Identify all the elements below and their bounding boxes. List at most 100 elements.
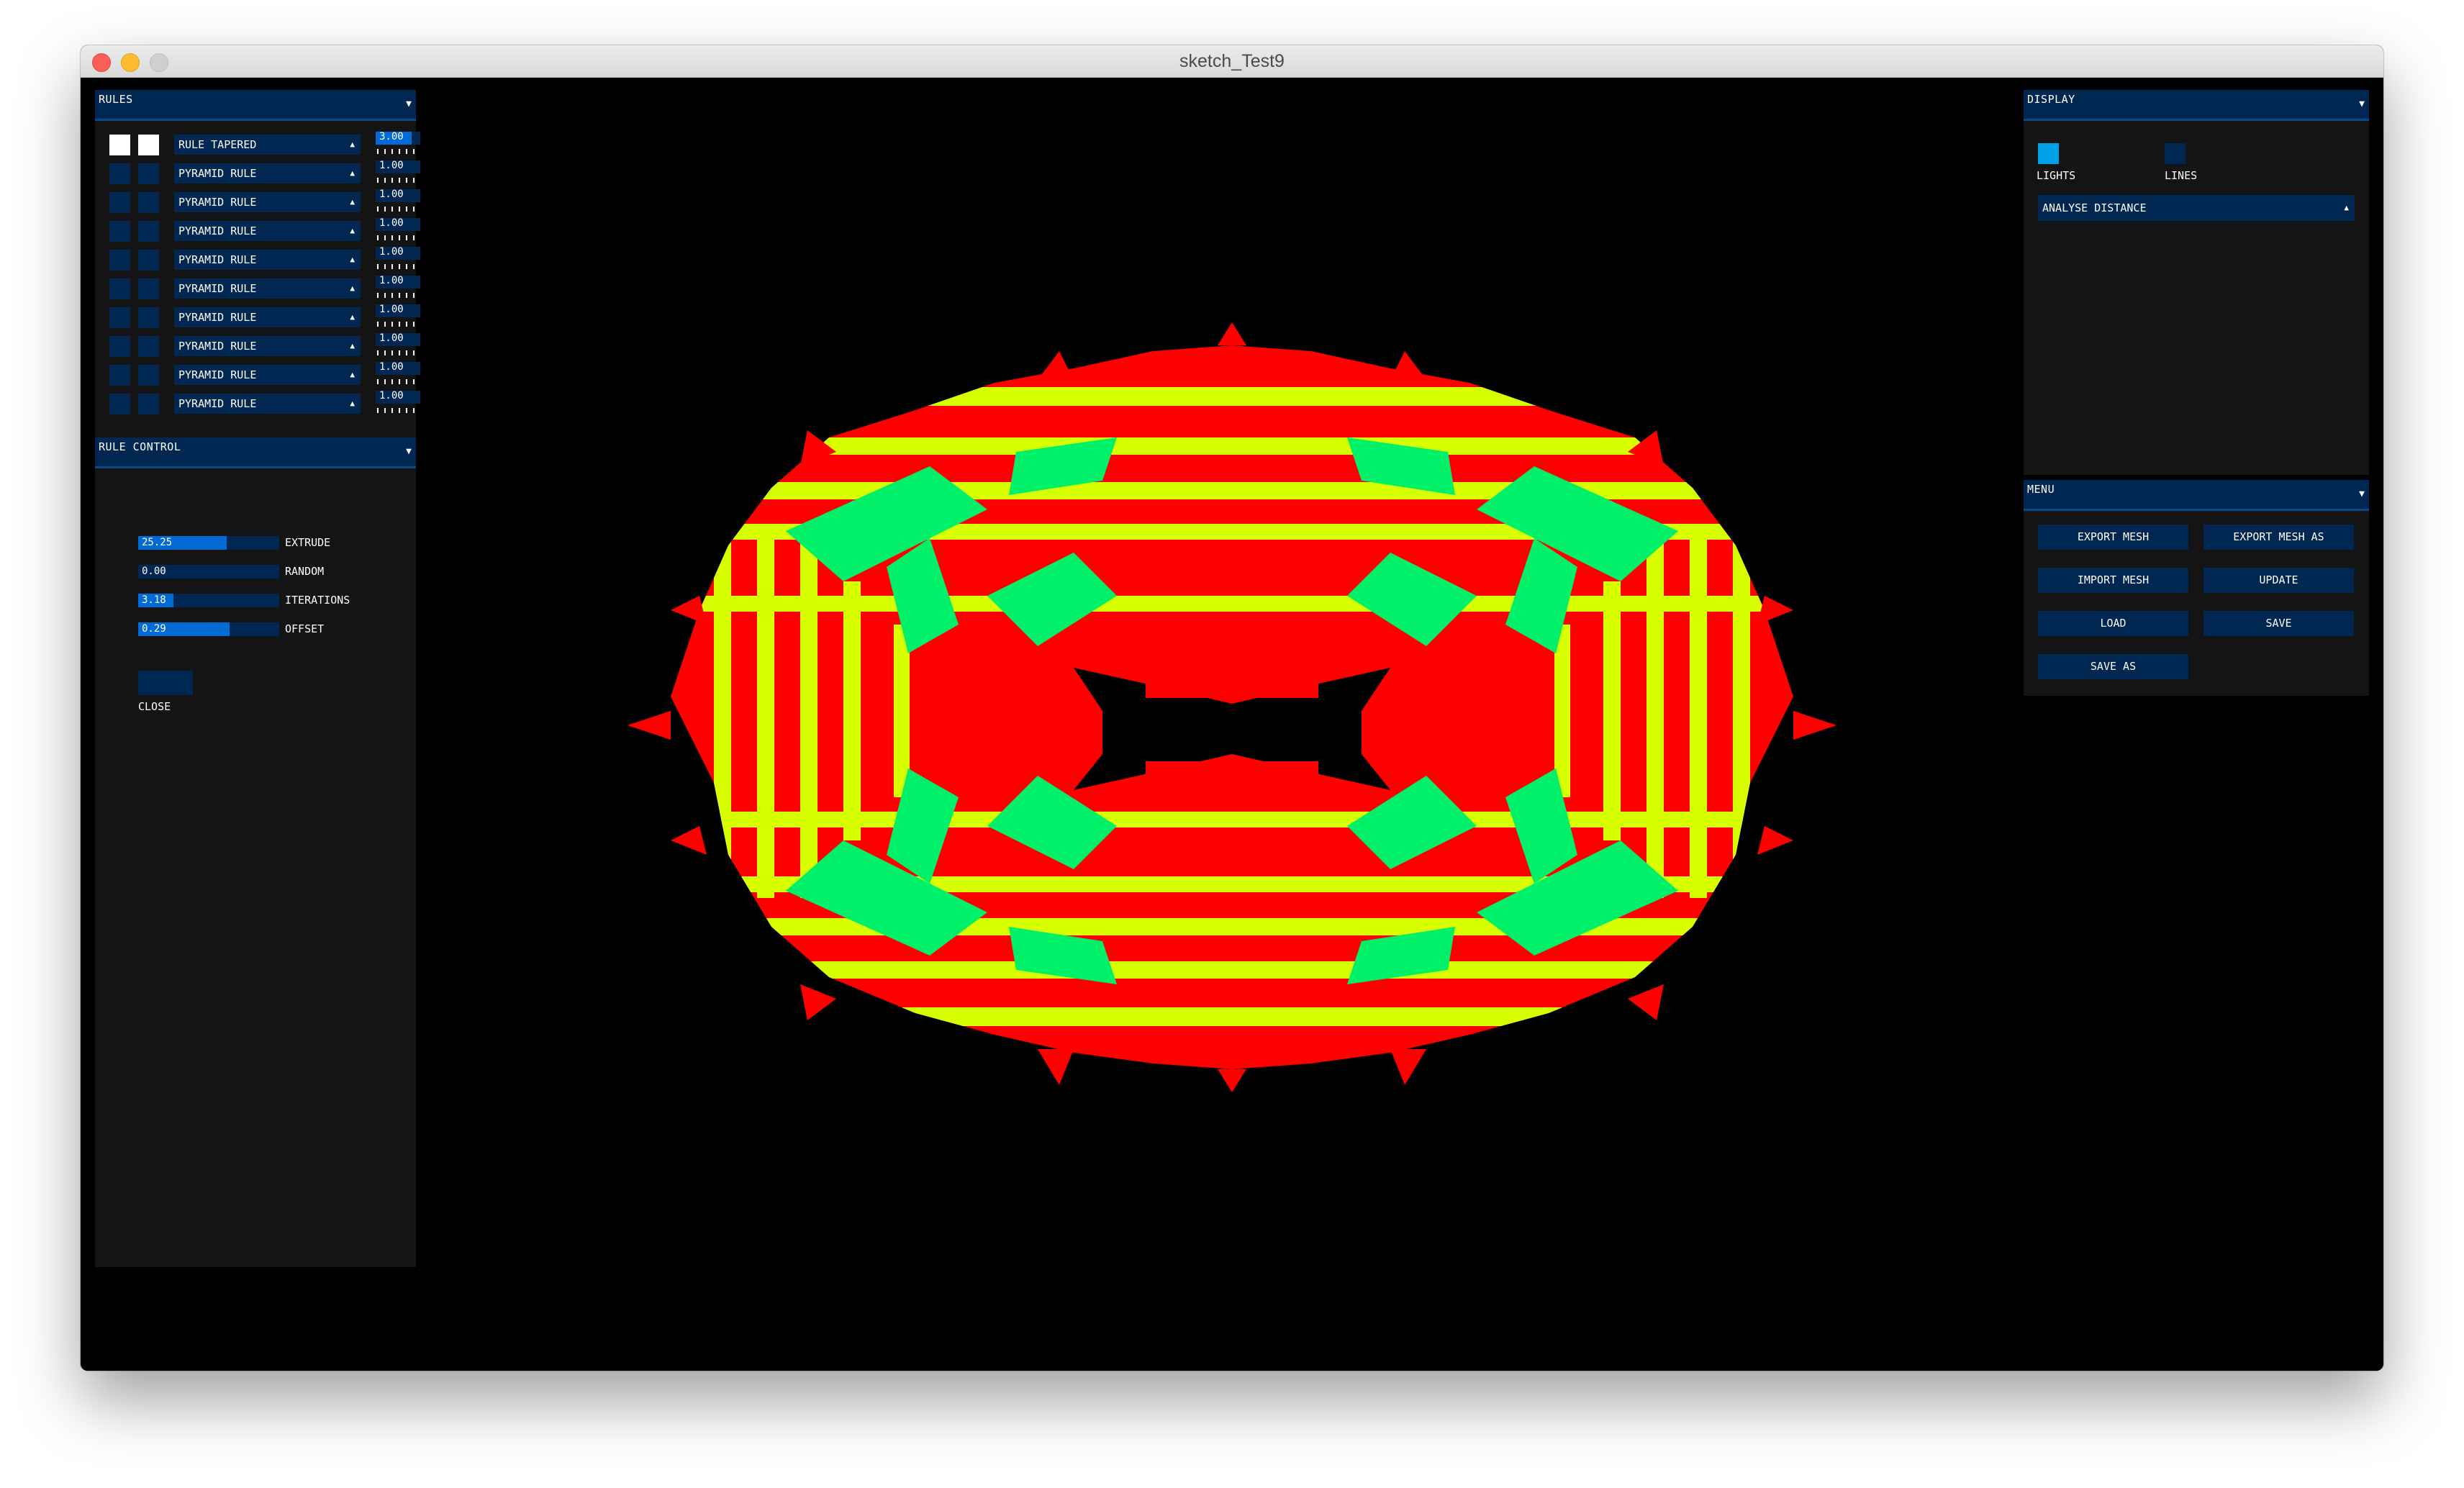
lights-label: LIGHTS — [2037, 169, 2076, 182]
chevron-down-icon[interactable]: ▼ — [406, 99, 412, 109]
caret-up-icon: ▲ — [350, 312, 355, 322]
menu-panel-header[interactable]: MENU ▼ — [2024, 480, 2369, 511]
rule-weight-ticks — [377, 264, 420, 269]
chevron-down-icon[interactable]: ▼ — [406, 446, 412, 457]
title-bar: sketch_Test9 — [81, 45, 2383, 78]
rule-weight-value: 1.00 — [379, 217, 404, 229]
analysis-select-value: ANALYSE DISTANCE — [2042, 201, 2147, 214]
rule-weight-ticks — [377, 178, 420, 183]
export-mesh-as-button[interactable]: EXPORT MESH AS — [2203, 525, 2354, 550]
rule-visible-toggle[interactable] — [138, 250, 159, 271]
rule-visible-toggle[interactable] — [138, 365, 159, 386]
rule-select[interactable]: PYRAMID RULE ▲ — [174, 336, 361, 356]
rule-weight-field[interactable]: 1.00 — [376, 246, 420, 260]
rule-weight-value: 1.00 — [379, 390, 404, 402]
rule-visible-toggle[interactable] — [138, 278, 159, 299]
rule-weight-ticks — [377, 408, 420, 413]
caret-up-icon: ▲ — [350, 197, 355, 207]
rule-control-header[interactable]: RULE CONTROL ▼ — [95, 437, 416, 468]
display-panel: DISPLAY ▼ LIGHTS LINES ANALYSE DISTANCE … — [2024, 90, 2369, 475]
app-window: sketch_Test9 RULES ▼ RULE TAPERED ▲ 3.00… — [81, 45, 2383, 1371]
caret-up-icon: ▲ — [350, 226, 355, 235]
rule-weight-value: 1.00 — [379, 275, 404, 286]
rule-visible-toggle[interactable] — [138, 394, 159, 414]
extrude-slider[interactable]: 25.25 — [138, 536, 279, 550]
random-slider[interactable]: 0.00 — [138, 565, 279, 579]
export-mesh-button[interactable]: EXPORT MESH — [2038, 525, 2188, 550]
slider-value: 3.18 — [142, 594, 166, 606]
lines-toggle[interactable] — [2165, 143, 2186, 164]
rule-weight-field[interactable]: 1.00 — [376, 332, 420, 346]
rule-visible-toggle[interactable] — [138, 336, 159, 357]
rule-enable-toggle[interactable] — [109, 365, 130, 386]
rule-visible-toggle[interactable] — [138, 192, 159, 213]
rule-enable-toggle[interactable] — [109, 163, 130, 184]
import-mesh-button[interactable]: IMPORT MESH — [2038, 568, 2188, 593]
rule-weight-field[interactable]: 1.00 — [376, 217, 420, 231]
update-button[interactable]: UPDATE — [2203, 568, 2354, 593]
rule-weight-field[interactable]: 1.00 — [376, 189, 420, 202]
display-panel-header[interactable]: DISPLAY ▼ — [2024, 90, 2369, 121]
caret-up-icon: ▲ — [350, 283, 355, 293]
caret-up-icon: ▲ — [350, 399, 355, 408]
rule-select-value: PYRAMID RULE — [178, 224, 257, 237]
rule-enable-toggle[interactable] — [109, 221, 130, 242]
rule-visible-toggle[interactable] — [138, 135, 159, 155]
rule-enable-toggle[interactable] — [109, 278, 130, 299]
rule-weight-value: 1.00 — [379, 361, 404, 373]
lights-toggle[interactable] — [2038, 143, 2059, 164]
rule-select[interactable]: RULE TAPERED ▲ — [174, 135, 361, 155]
analysis-select[interactable]: ANALYSE DISTANCE ▲ — [2038, 195, 2355, 221]
rule-weight-value: 1.00 — [379, 304, 404, 315]
offset-slider[interactable]: 0.29 — [138, 622, 279, 636]
rule-enable-toggle[interactable] — [109, 250, 130, 271]
iterations-slider[interactable]: 3.18 — [138, 594, 279, 607]
rule-weight-field[interactable]: 3.00 — [376, 131, 420, 145]
rule-visible-toggle[interactable] — [138, 163, 159, 184]
rule-enable-toggle[interactable] — [109, 192, 130, 213]
rule-select[interactable]: PYRAMID RULE ▲ — [174, 394, 361, 414]
rule-weight-field[interactable]: 1.00 — [376, 390, 420, 404]
window-title: sketch_Test9 — [1179, 51, 1285, 71]
rule-weight-value: 1.00 — [379, 189, 404, 200]
rule-select[interactable]: PYRAMID RULE ▲ — [174, 250, 361, 270]
close-toggle[interactable] — [138, 671, 193, 695]
rule-select-value: PYRAMID RULE — [178, 253, 257, 266]
slider-label: ITERATIONS — [285, 594, 350, 607]
caret-up-icon: ▲ — [2344, 203, 2349, 212]
rule-weight-value: 1.00 — [379, 160, 404, 171]
rule-select[interactable]: PYRAMID RULE ▲ — [174, 278, 361, 299]
rule-select[interactable]: PYRAMID RULE ▲ — [174, 307, 361, 327]
save-button[interactable]: SAVE — [2203, 611, 2354, 636]
slider-label: RANDOM — [285, 565, 325, 578]
chevron-down-icon[interactable]: ▼ — [2359, 489, 2365, 499]
render-canvas[interactable]: RULES ▼ RULE TAPERED ▲ 3.00 PYRAMID RULE ▲ 1.… — [81, 78, 2383, 1371]
caret-up-icon: ▲ — [350, 341, 355, 350]
rule-select[interactable]: PYRAMID RULE ▲ — [174, 365, 361, 385]
rules-panel-header[interactable]: RULES ▼ — [95, 90, 416, 121]
rule-visible-toggle[interactable] — [138, 221, 159, 242]
rule-enable-toggle[interactable] — [109, 394, 130, 414]
rule-select-value: PYRAMID RULE — [178, 167, 257, 180]
rule-enable-toggle[interactable] — [109, 307, 130, 328]
display-panel-title: DISPLAY — [2027, 93, 2075, 106]
save-as-button[interactable]: SAVE AS — [2038, 654, 2188, 679]
slider-label: OFFSET — [285, 622, 325, 635]
menu-panel-title: MENU — [2027, 483, 2055, 496]
chevron-down-icon[interactable]: ▼ — [2359, 99, 2365, 109]
rule-weight-field[interactable]: 1.00 — [376, 160, 420, 173]
rule-select-value: PYRAMID RULE — [178, 368, 257, 381]
rule-weight-field[interactable]: 1.00 — [376, 275, 420, 289]
rule-weight-field[interactable]: 1.00 — [376, 304, 420, 317]
rule-enable-toggle[interactable] — [109, 336, 130, 357]
lines-label: LINES — [2165, 169, 2198, 182]
rule-enable-toggle[interactable] — [109, 135, 130, 155]
rules-panel-title: RULES — [99, 93, 133, 106]
rule-select[interactable]: PYRAMID RULE ▲ — [174, 221, 361, 241]
rule-visible-toggle[interactable] — [138, 307, 159, 328]
rule-select[interactable]: PYRAMID RULE ▲ — [174, 163, 361, 183]
rule-weight-field[interactable]: 1.00 — [376, 361, 420, 375]
load-button[interactable]: LOAD — [2038, 611, 2188, 636]
rule-weight-value: 3.00 — [379, 131, 404, 142]
rule-select[interactable]: PYRAMID RULE ▲ — [174, 192, 361, 212]
